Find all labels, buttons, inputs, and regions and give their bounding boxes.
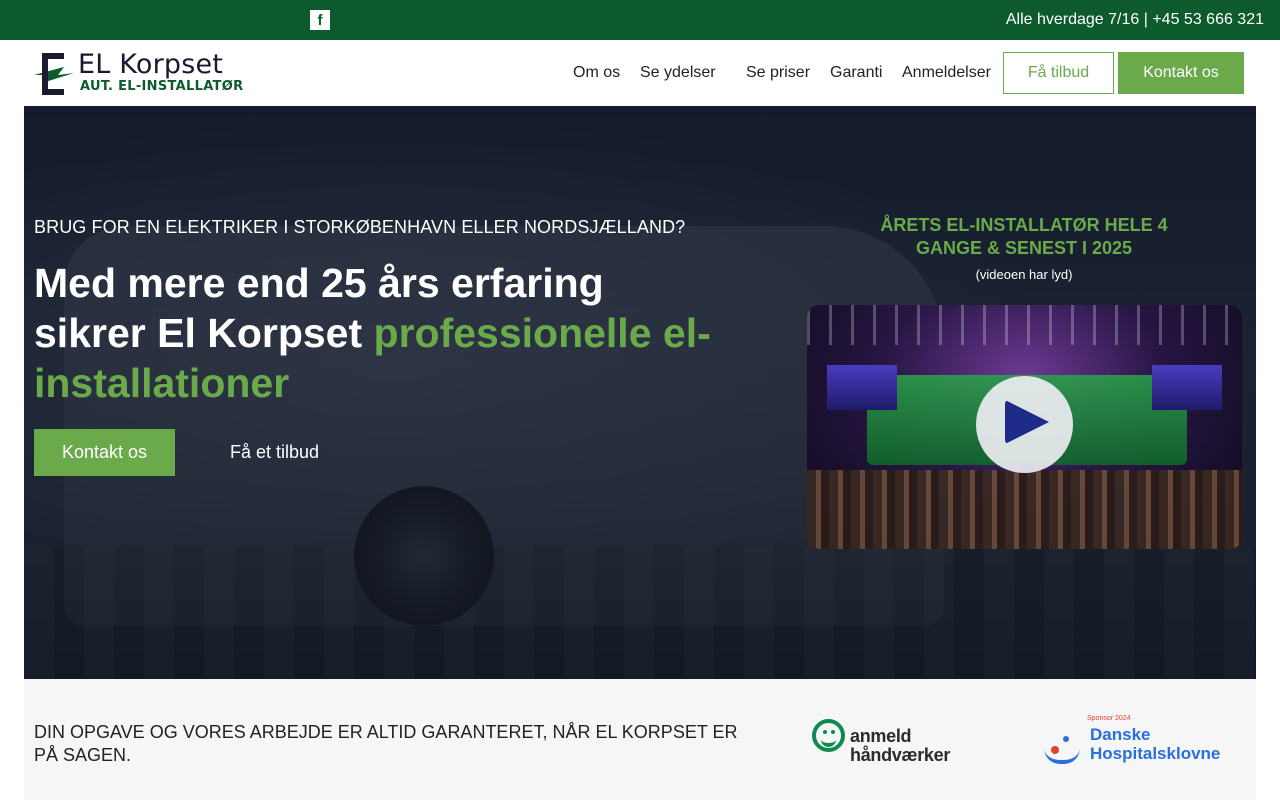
award-video-note: (videoen har lyd) bbox=[975, 267, 1073, 282]
top-bar: f Alle hverdage 7/16 | +45 53 666 321 bbox=[0, 0, 1280, 40]
nav-se-priser[interactable]: Se priser bbox=[746, 64, 810, 82]
video-screen-left bbox=[827, 365, 897, 410]
lightning-logo-icon bbox=[34, 53, 74, 95]
anmeld-line2: håndværker bbox=[850, 745, 951, 765]
guarantee-strip: DIN OPGAVE OG VORES ARBEJDE ER ALTID GAR… bbox=[24, 679, 1256, 800]
anmeld-line1: anmeld bbox=[850, 726, 912, 746]
facebook-icon[interactable]: f bbox=[310, 10, 330, 30]
nav-se-ydelser[interactable]: Se ydelser bbox=[640, 64, 716, 82]
nav-anmeldelser[interactable]: Anmeldelser bbox=[902, 64, 991, 82]
guarantee-text: DIN OPGAVE OG VORES ARBEJDE ER ALTID GAR… bbox=[34, 722, 738, 765]
top-contact-info[interactable]: Alle hverdage 7/16 | +45 53 666 321 bbox=[1006, 11, 1264, 29]
logo-name: EL Korpset bbox=[78, 49, 224, 80]
hospitalsklovne-logo[interactable]: Sponsor 2024 Danske Hospitalsklovne bbox=[1044, 715, 1234, 771]
clown-face-icon bbox=[1044, 733, 1080, 769]
clown-eye bbox=[1063, 736, 1069, 742]
site-logo[interactable]: EL Korpset AUT. EL-INSTALLATØR bbox=[34, 49, 243, 95]
hero-title: Med mere end 25 års erfaring sikrer El K… bbox=[34, 258, 714, 408]
hero-contact-button[interactable]: Kontakt os bbox=[34, 429, 175, 476]
video-stage-lights bbox=[807, 305, 1242, 345]
hospital-line1: Danske bbox=[1090, 725, 1151, 744]
anmeld-haandvaerker-logo[interactable]: anmeld håndværker bbox=[812, 719, 962, 769]
smiley-icon bbox=[812, 719, 845, 752]
contact-button[interactable]: Kontakt os bbox=[1118, 52, 1244, 94]
anmeld-logo-text: anmeld håndværker bbox=[850, 727, 950, 765]
nav-om-os[interactable]: Om os bbox=[573, 64, 620, 82]
hospital-logo-text: Danske Hospitalsklovne bbox=[1090, 725, 1220, 763]
hero-kicker: BRUG FOR EN ELEKTRIKER I STORKØBENHAVN E… bbox=[34, 217, 686, 237]
video-screen-right bbox=[1152, 365, 1222, 410]
nav-garanti[interactable]: Garanti bbox=[830, 64, 882, 82]
video-crowd bbox=[807, 470, 1242, 549]
hero-quote-link[interactable]: Få et tilbud bbox=[230, 442, 319, 463]
hospital-sponsor-label: Sponsor 2024 bbox=[1087, 715, 1131, 722]
award-title: ÅRETS EL-INSTALLATØR HELE 4 GANGE & SENE… bbox=[880, 215, 1168, 258]
hero-section: BRUG FOR EN ELEKTRIKER I STORKØBENHAVN E… bbox=[24, 106, 1256, 679]
site-header: EL Korpset AUT. EL-INSTALLATØR Om os Se … bbox=[0, 40, 1280, 106]
clown-smile bbox=[1044, 748, 1080, 764]
get-quote-button[interactable]: Få tilbud bbox=[1003, 52, 1114, 94]
logo-subtitle: AUT. EL-INSTALLATØR bbox=[80, 79, 244, 94]
award-video-player[interactable] bbox=[807, 305, 1242, 549]
play-icon bbox=[1005, 400, 1049, 444]
hospital-line2: Hospitalsklovne bbox=[1090, 744, 1221, 763]
